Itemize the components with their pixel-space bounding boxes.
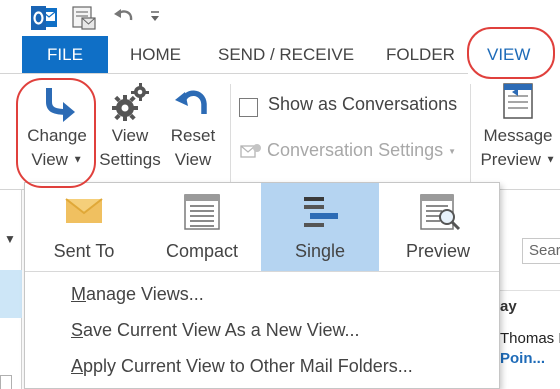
- mail-sender[interactable]: Thomas L: [500, 330, 560, 347]
- ribbon-group-separator: [230, 84, 231, 184]
- dropdown-arrow-icon: ▼: [448, 146, 457, 156]
- reset-view-icon: [164, 80, 222, 124]
- view-option-label: Preview: [405, 241, 471, 261]
- undo-icon[interactable]: [112, 5, 136, 34]
- reset-view-label-2: View: [174, 150, 212, 169]
- manage-views-item[interactable]: Manage Views...: [71, 284, 204, 305]
- view-settings-button[interactable]: View Settings: [94, 80, 166, 172]
- conversation-settings-label: Conversation Settings: [267, 140, 444, 160]
- view-option-compact[interactable]: Compact: [143, 183, 261, 271]
- tab-send-receive[interactable]: SEND / RECEIVE: [218, 36, 354, 74]
- message-preview-button[interactable]: Message Preview ▼: [476, 80, 560, 173]
- outlook-logo-icon: [30, 5, 58, 36]
- change-view-menu: Sent To Compact Single Preview Manage Vi…: [24, 182, 500, 389]
- gears-icon: [94, 80, 166, 124]
- save-current-view-item[interactable]: Save Current View As a New View...: [71, 320, 359, 341]
- conversation-settings-button[interactable]: Conversation Settings ▼: [240, 140, 456, 161]
- mail-subject[interactable]: Poin...: [500, 350, 560, 367]
- tab-home[interactable]: HOME: [130, 36, 181, 74]
- message-preview-icon: [476, 80, 560, 124]
- date-group-header: ay: [500, 298, 517, 315]
- dropdown-arrow-icon: ▼: [545, 154, 556, 166]
- view-option-preview[interactable]: Preview: [379, 183, 497, 271]
- single-line-icon: [304, 197, 338, 227]
- view-settings-label-2: Settings: [99, 150, 161, 169]
- folder-pane-box: [0, 375, 12, 389]
- view-option-single[interactable]: Single: [261, 183, 379, 271]
- reset-view-label-1: Reset: [170, 126, 216, 145]
- view-settings-label-1: View: [111, 126, 149, 145]
- view-option-sent-to[interactable]: Sent To: [25, 183, 143, 271]
- view-gallery: Sent To Compact Single Preview: [25, 183, 499, 271]
- envelope-icon: [65, 198, 103, 223]
- message-preview-label-1: Message: [483, 126, 553, 145]
- tab-folder[interactable]: FOLDER: [386, 36, 455, 74]
- selected-folder-highlight: [0, 270, 22, 318]
- ribbon-group-separator: [470, 84, 471, 184]
- apply-current-view-item[interactable]: Apply Current View to Other Mail Folders…: [71, 356, 413, 377]
- mail-list-divider: [500, 290, 560, 291]
- view-tab-highlight-ring: [467, 27, 555, 79]
- folder-pane: ▼: [0, 190, 22, 389]
- show-as-conversations-label[interactable]: Show as Conversations: [268, 94, 457, 115]
- menu-separator: [25, 271, 499, 272]
- compact-list-icon: [184, 194, 220, 230]
- mail-list-pane: Sear ay Thomas L Poin...: [500, 190, 560, 389]
- reset-view-button[interactable]: Reset View: [164, 80, 222, 172]
- conversation-settings-icon: [240, 140, 267, 160]
- tab-file[interactable]: FILE: [22, 36, 108, 74]
- change-view-highlight-ring: [16, 78, 96, 188]
- customize-qat-icon[interactable]: [148, 8, 162, 29]
- view-option-label: Compact: [165, 241, 239, 261]
- view-option-label: Single: [294, 241, 346, 261]
- show-as-conversations-checkbox[interactable]: [239, 98, 258, 117]
- preview-icon: [420, 194, 461, 231]
- message-preview-label-2: Preview ▼: [480, 150, 556, 169]
- view-option-label: Sent To: [53, 241, 115, 261]
- folder-dropdown-arrow-icon[interactable]: ▼: [4, 232, 16, 246]
- send-receive-all-icon[interactable]: [70, 5, 98, 36]
- search-input[interactable]: Sear: [522, 238, 560, 264]
- outlook-window: FILE HOME SEND / RECEIVE FOLDER VIEW Cha…: [0, 0, 560, 389]
